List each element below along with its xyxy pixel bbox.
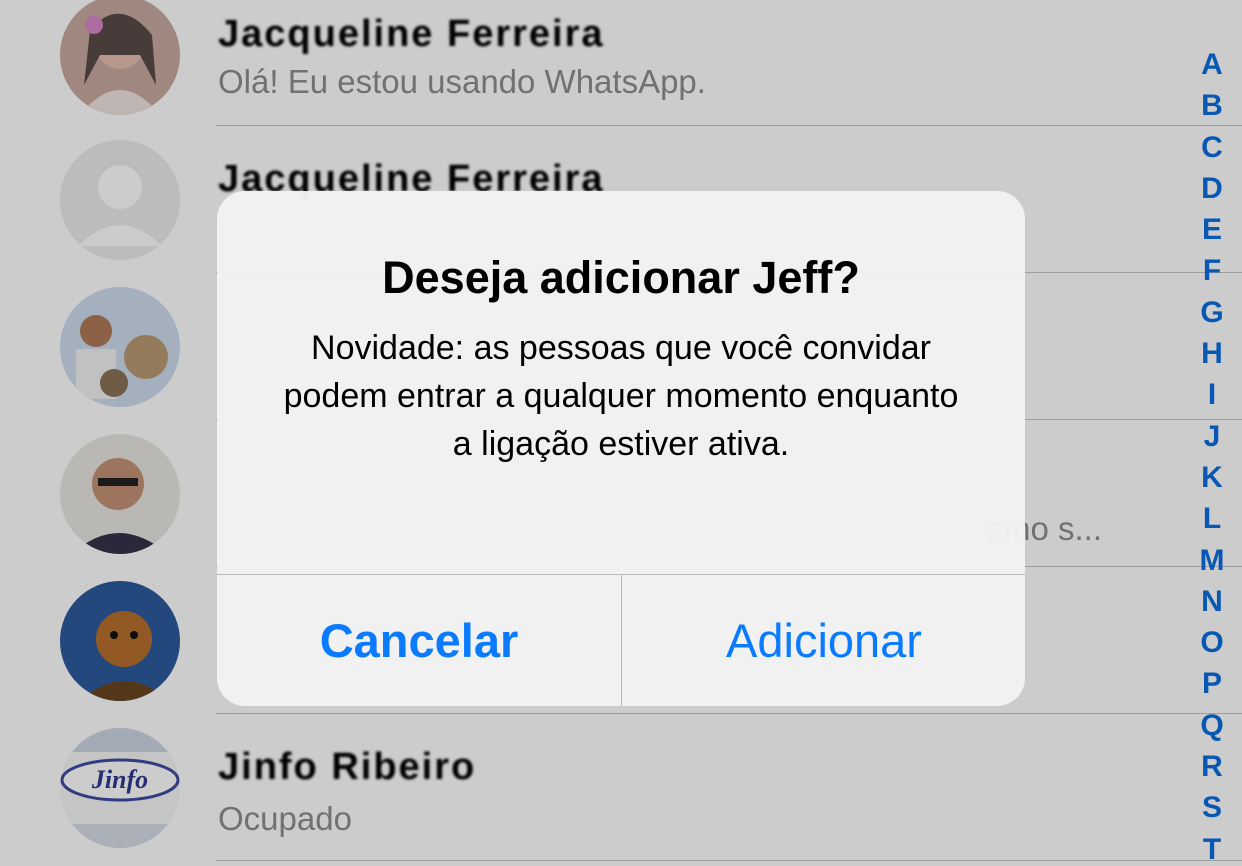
add-participant-alert: Deseja adicionar Jeff? Novidade: as pess…: [217, 191, 1025, 706]
alert-message: Novidade: as pessoas que você convidar p…: [283, 329, 959, 463]
add-button[interactable]: Adicionar: [622, 575, 1025, 706]
cancel-button[interactable]: Cancelar: [217, 575, 621, 706]
alert-title: Deseja adicionar Jeff?: [382, 252, 860, 303]
